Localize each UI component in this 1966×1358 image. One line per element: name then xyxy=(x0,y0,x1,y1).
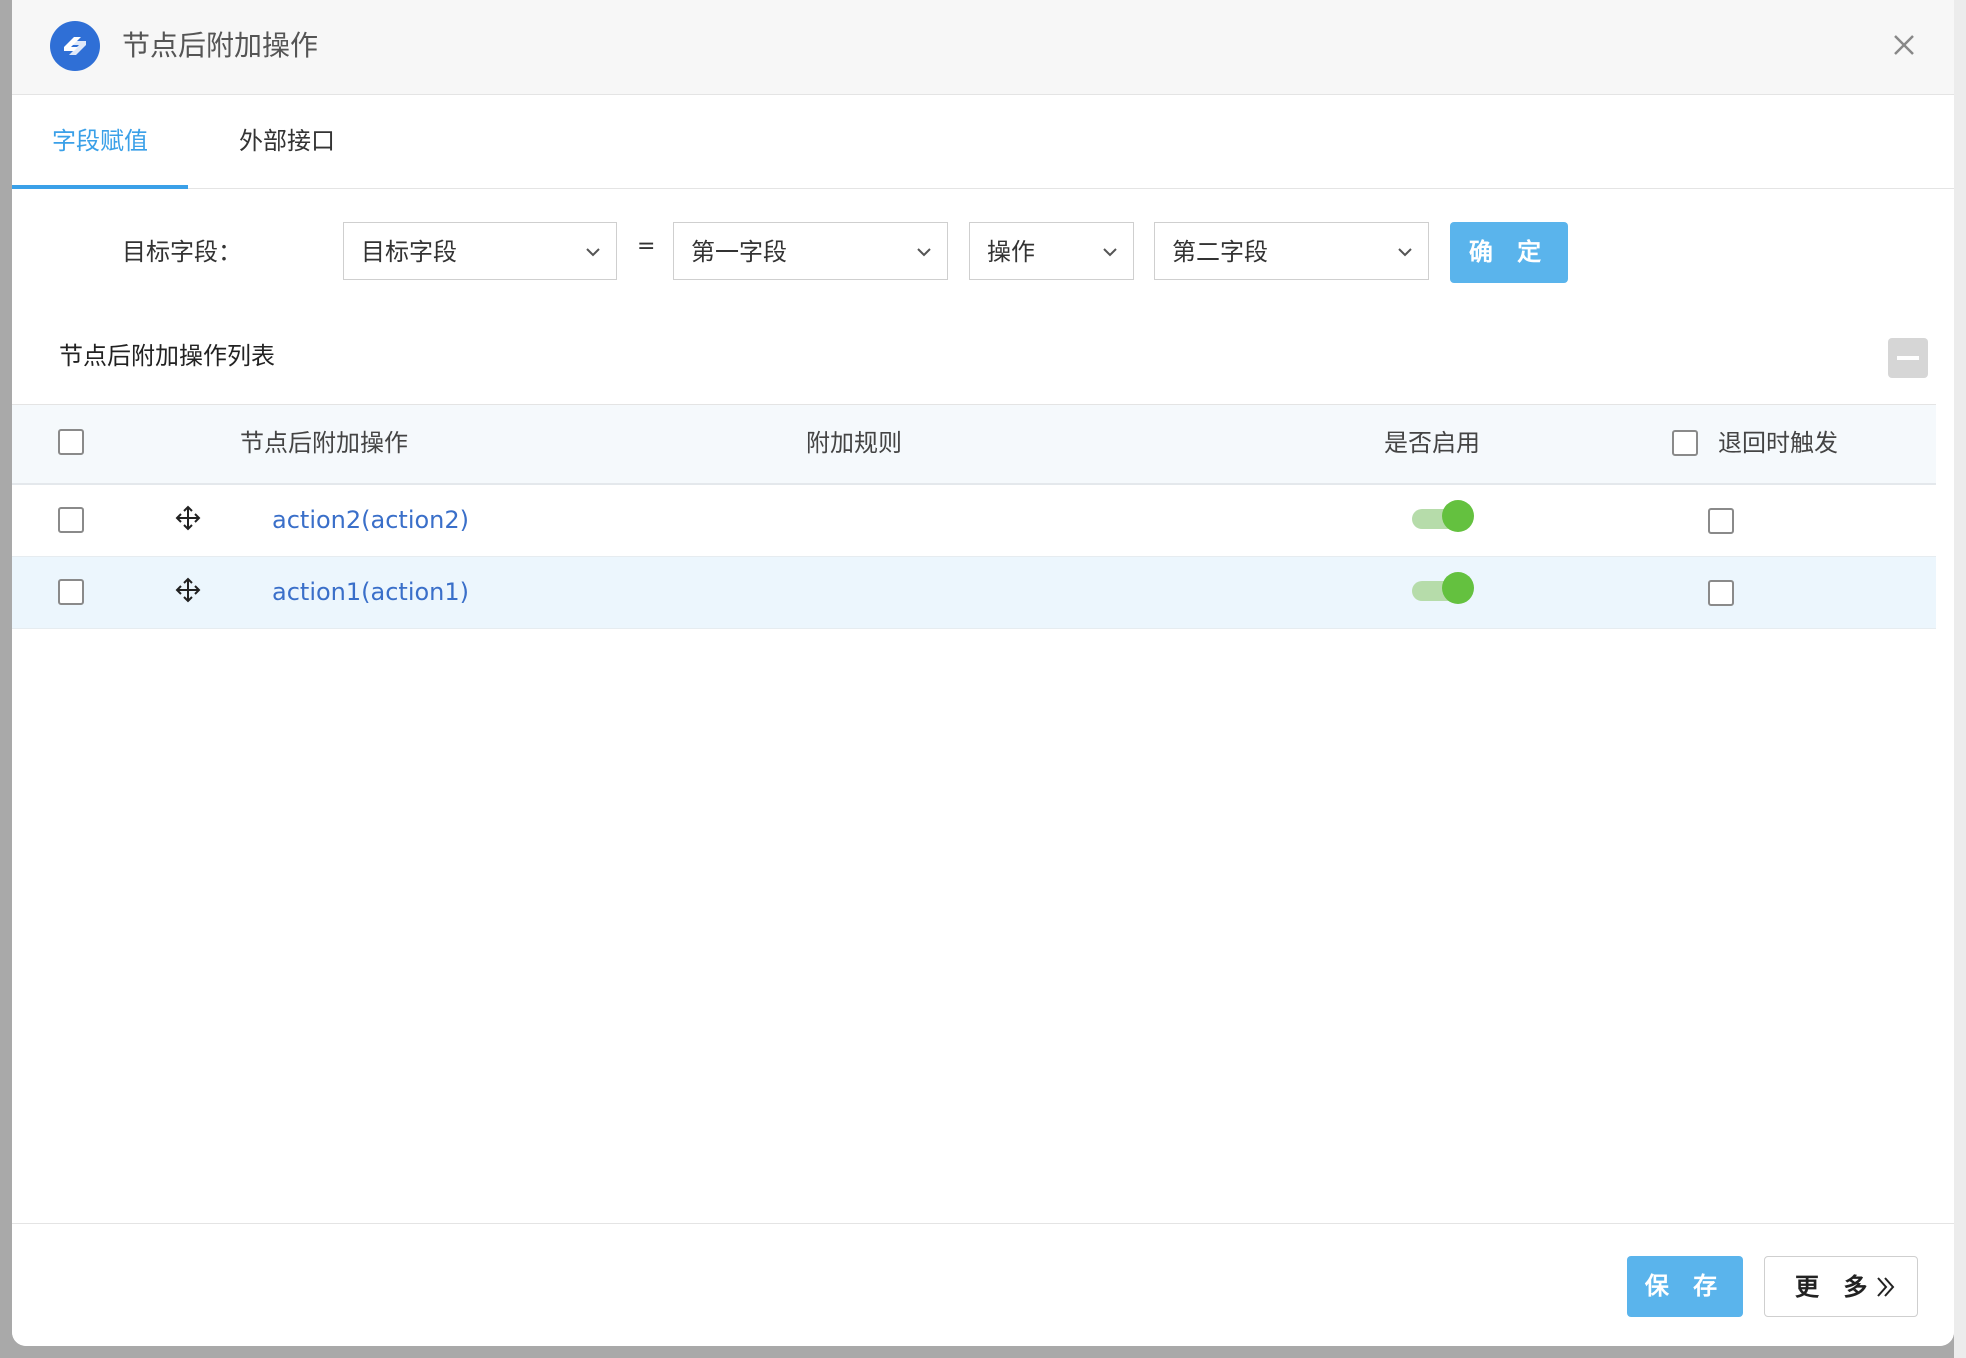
target-field-value: 目标字段 xyxy=(361,238,457,266)
chevron-down-icon xyxy=(917,248,931,257)
chevron-down-icon xyxy=(1398,248,1412,257)
second-field-value: 第二字段 xyxy=(1172,238,1268,266)
action-table: 节点后附加操作 附加规则 是否启用 退回时触发 action2(action2) xyxy=(12,404,1936,629)
rollback-checkbox[interactable] xyxy=(1708,508,1734,534)
node-action-dialog: 节点后附加操作 字段赋值 外部接口 目标字段： 目标字段 = 第一字段 操作 第… xyxy=(12,0,1954,1346)
dialog-header: 节点后附加操作 xyxy=(12,0,1954,95)
section-title: 节点后附加操作列表 xyxy=(59,342,275,370)
rollback-all-checkbox[interactable] xyxy=(1672,430,1698,456)
backdrop xyxy=(1954,0,1966,1358)
collapse-button[interactable] xyxy=(1888,338,1928,378)
row-checkbox[interactable] xyxy=(58,579,84,605)
save-button[interactable]: 保 存 xyxy=(1627,1256,1743,1317)
tab-external-interface[interactable]: 外部接口 xyxy=(212,95,362,188)
close-icon[interactable] xyxy=(1886,27,1922,63)
first-field-select[interactable]: 第一字段 xyxy=(673,222,948,280)
double-chevron-right-icon xyxy=(1877,1277,1895,1297)
rollback-checkbox[interactable] xyxy=(1708,580,1734,606)
enabled-toggle[interactable] xyxy=(1412,572,1474,606)
select-all-checkbox[interactable] xyxy=(58,429,84,455)
more-label: 更 多 xyxy=(1795,1273,1876,1301)
chevron-down-icon xyxy=(586,248,600,257)
equals-sign: = xyxy=(637,234,656,259)
table-row: action1(action1) xyxy=(12,557,1936,629)
target-field-label: 目标字段： xyxy=(122,238,242,266)
tab-field-assignment[interactable]: 字段赋值 xyxy=(12,95,188,189)
move-icon[interactable] xyxy=(174,504,202,532)
action-link[interactable]: action1(action1) xyxy=(272,576,469,608)
header-rule: 附加规则 xyxy=(806,429,902,457)
action-link[interactable]: action2(action2) xyxy=(272,504,469,536)
more-button[interactable]: 更 多 xyxy=(1764,1256,1918,1317)
operation-value: 操作 xyxy=(987,238,1035,266)
target-field-select[interactable]: 目标字段 xyxy=(343,222,617,280)
header-rollback: 退回时触发 xyxy=(1718,429,1838,457)
table-header: 节点后附加操作 附加规则 是否启用 退回时触发 xyxy=(12,404,1936,485)
first-field-value: 第一字段 xyxy=(691,238,787,266)
second-field-select[interactable]: 第二字段 xyxy=(1154,222,1429,280)
header-action: 节点后附加操作 xyxy=(240,429,408,457)
dialog-title: 节点后附加操作 xyxy=(122,29,319,62)
tab-bar: 字段赋值 外部接口 xyxy=(12,95,1954,189)
move-icon[interactable] xyxy=(174,576,202,604)
toggle-knob xyxy=(1442,500,1474,532)
enabled-toggle[interactable] xyxy=(1412,500,1474,534)
toggle-knob xyxy=(1442,572,1474,604)
chevron-down-icon xyxy=(1103,248,1117,257)
confirm-button[interactable]: 确 定 xyxy=(1450,222,1568,283)
app-logo-icon xyxy=(50,21,100,71)
dialog-footer: 保 存 更 多 xyxy=(12,1223,1954,1346)
header-enabled: 是否启用 xyxy=(1384,429,1480,457)
operation-select[interactable]: 操作 xyxy=(969,222,1134,280)
table-row: action2(action2) xyxy=(12,485,1936,557)
row-checkbox[interactable] xyxy=(58,507,84,533)
